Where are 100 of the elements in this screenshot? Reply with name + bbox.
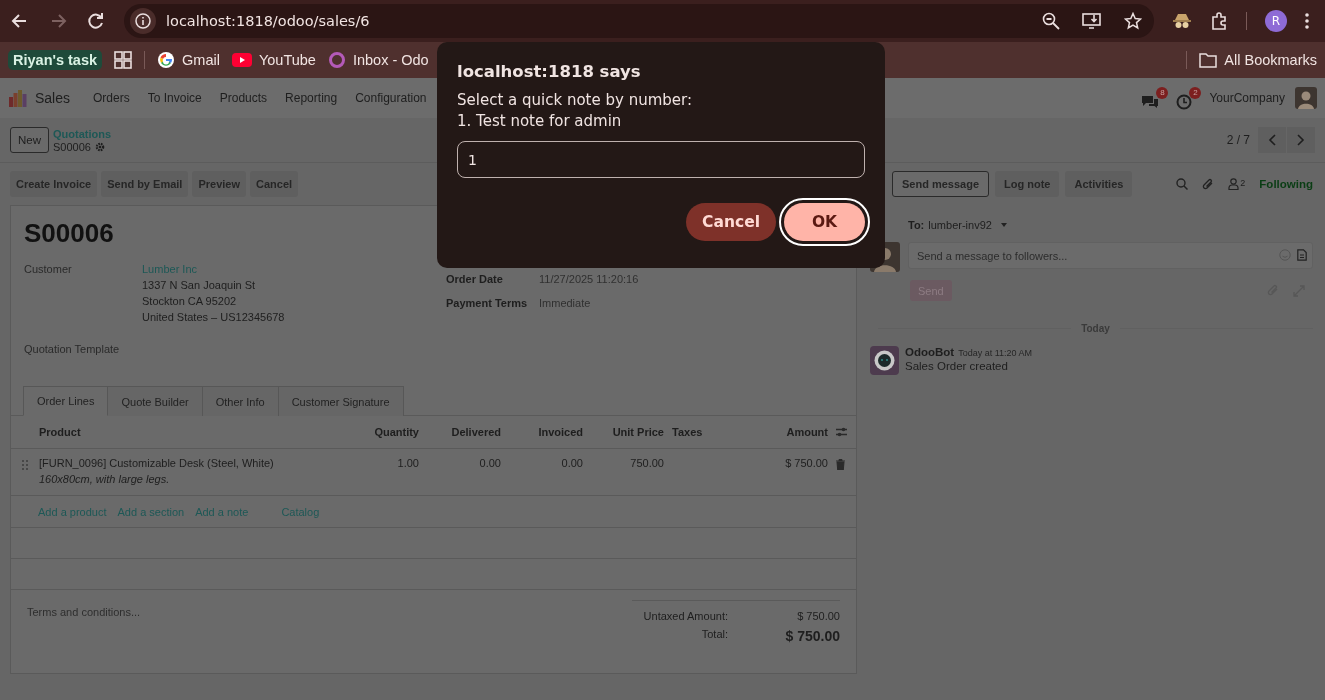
apps-grid-icon[interactable] — [114, 51, 133, 69]
prompt-input[interactable]: 1 — [457, 141, 865, 178]
chevron-right-icon — [1297, 134, 1305, 146]
bookmark[interactable]: Inbox - Odo — [327, 51, 429, 69]
menu-item[interactable]: Orders — [84, 91, 139, 105]
product-name: [FURN_0096] Customizable Desk (Steel, White) — [39, 457, 274, 469]
column-header[interactable]: Invoiced — [509, 426, 591, 438]
tab[interactable]: Quote Builder — [107, 386, 203, 416]
record-title: S00006 — [24, 218, 114, 249]
youtube-icon — [231, 53, 252, 67]
chatter-button[interactable]: Log note — [995, 171, 1060, 197]
extension-icon[interactable] — [1210, 12, 1228, 30]
table-cell-text: 0.00 — [478, 457, 502, 469]
total-value: $ 750.00 — [784, 627, 840, 646]
app-name[interactable]: Sales — [35, 90, 71, 106]
all-bookmarks-button[interactable]: All Bookmarks — [1199, 52, 1317, 68]
total-label: Untaxed Amount: — [642, 609, 728, 624]
notification-badge: 2 — [1189, 86, 1202, 99]
column-header[interactable]: Taxes — [672, 426, 762, 438]
notification-badge: 8 — [1156, 86, 1169, 99]
field-label: Order Date — [446, 273, 504, 285]
new-button[interactable]: New — [10, 127, 49, 153]
app-logo-icon — [8, 88, 28, 108]
message-author: OdooBot — [905, 346, 955, 358]
profile-avatar[interactable]: R — [1265, 10, 1287, 32]
address-line: United States – US12345678 — [142, 311, 286, 323]
zoom-out-icon[interactable] — [1042, 12, 1060, 30]
menu-item[interactable]: To Invoice — [138, 91, 211, 105]
menu-icon[interactable] — [1305, 12, 1309, 30]
total-value: $ 750.00 — [796, 609, 840, 624]
message-body: Sales Order created — [905, 360, 1009, 372]
menu-item[interactable]: Reporting — [276, 91, 347, 105]
gear-icon[interactable] — [94, 141, 105, 152]
bookmark[interactable]: YouTube — [231, 52, 316, 68]
caret-icon[interactable] — [1000, 223, 1007, 227]
chat-icon — [1141, 93, 1160, 110]
action-button[interactable]: Send by Email — [101, 171, 189, 197]
tab[interactable]: Other Info — [201, 386, 279, 416]
star-icon[interactable] — [1124, 12, 1142, 30]
table-cell-text: 1.00 — [396, 457, 420, 469]
followers-button[interactable]: 2 — [1228, 178, 1246, 190]
chevron-left-icon — [1268, 134, 1276, 146]
next-button[interactable] — [1287, 127, 1315, 153]
message-time: Today at 11:20 AM — [958, 348, 1033, 358]
recipient-value[interactable]: lumber-inv92 — [928, 219, 992, 231]
column-header[interactable]: Delivered — [427, 426, 509, 438]
column-header[interactable]: Product — [39, 426, 347, 438]
tab[interactable]: Order Lines — [23, 386, 109, 416]
following-button[interactable]: Following — [1259, 178, 1313, 190]
recipient-label: To: — [908, 219, 925, 231]
table-cell-text: 0.00 — [560, 457, 584, 469]
tab[interactable]: Customer Signature — [277, 386, 404, 416]
pager-value: 2 / 7 — [1226, 133, 1250, 147]
column-header[interactable]: Amount — [762, 426, 836, 438]
address-bar[interactable]: localhost:1818/odoo/sales/6 — [124, 4, 1154, 38]
column-header[interactable]: Quantity — [347, 426, 427, 438]
site-info-icon — [135, 13, 151, 29]
table-cell-text: 750.00 — [629, 457, 665, 469]
clock-icon — [1176, 93, 1193, 110]
dialog-message: 1. Test note for admin — [457, 112, 623, 130]
person-icon — [1228, 178, 1240, 190]
chatter-button[interactable]: Send message — [892, 171, 990, 197]
google-icon — [157, 51, 176, 69]
action-button[interactable]: Preview — [192, 171, 246, 197]
field-label: Payment Terms — [446, 297, 529, 309]
product-description: 160x80cm, with large legs. — [39, 473, 171, 485]
reload-icon[interactable] — [86, 11, 106, 31]
spy-icon[interactable] — [1172, 12, 1192, 30]
action-button[interactable]: Create Invoice — [10, 171, 98, 197]
dialog-button[interactable]: Cancel — [686, 203, 776, 241]
tab-group-chip[interactable]: Riyan's task — [8, 50, 103, 70]
column-settings-icon[interactable] — [836, 427, 847, 437]
dialog-title: localhost:1818 says — [457, 62, 642, 81]
column-header[interactable]: Unit Price — [591, 426, 672, 438]
message-input[interactable]: Send a message to followers... — [908, 242, 1313, 269]
document-icon[interactable] — [1297, 249, 1307, 261]
drag-handle-icon[interactable] — [22, 460, 28, 470]
robot-avatar-icon — [870, 346, 899, 375]
menu-item[interactable]: Products — [210, 91, 277, 105]
company-name[interactable]: YourCompany — [1209, 91, 1285, 105]
trash-icon[interactable] — [836, 459, 845, 470]
search-icon[interactable] — [1176, 178, 1189, 190]
folder-icon — [1199, 52, 1218, 68]
install-icon[interactable] — [1082, 12, 1102, 30]
clock-button[interactable]: 2 — [1176, 86, 1202, 110]
menu-item[interactable]: Configuration — [346, 91, 436, 105]
record-name: S00006 — [53, 140, 91, 153]
action-button[interactable]: Cancel — [250, 171, 299, 197]
address-line: 1337 N San Joaquin St — [142, 279, 257, 291]
previous-button[interactable] — [1258, 127, 1286, 153]
ring-icon — [327, 51, 346, 69]
address-line: Stockton CA 95202 — [142, 295, 238, 307]
bookmark[interactable]: Gmail — [157, 51, 220, 69]
chatter-button[interactable]: Activities — [1065, 171, 1133, 197]
user-avatar-icon[interactable] — [1295, 87, 1317, 109]
field-label: Customer — [24, 263, 73, 277]
paperclip-icon[interactable] — [1202, 177, 1215, 191]
terms-field[interactable]: Terms and conditions... — [27, 606, 141, 618]
chat-button[interactable]: 8 — [1141, 86, 1169, 110]
dialog-message: Select a quick note by number: — [457, 91, 693, 109]
